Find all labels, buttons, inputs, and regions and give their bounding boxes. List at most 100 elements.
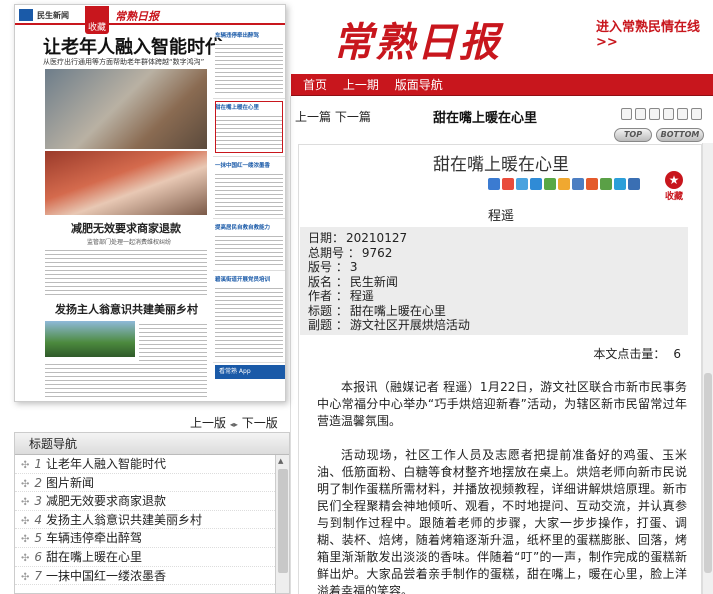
next-article-link[interactable]: 下一篇	[335, 110, 371, 124]
toc-item[interactable]: ✣ 3 减肥无效要求商家退款	[15, 492, 277, 511]
email-icon[interactable]	[677, 108, 688, 120]
page-image-header: 民生新闻 常熟日报	[15, 5, 285, 25]
toc-item[interactable]: ✣ 6 甜在嘴上暖在心里	[15, 548, 277, 567]
share-more-icon[interactable]	[628, 178, 640, 190]
page-photo-1[interactable]	[45, 69, 207, 149]
page-nav-arrows: ◂▸	[229, 420, 238, 429]
share-weibo-icon[interactable]	[502, 178, 514, 190]
toc-item[interactable]: ✣ 7 一抹中国红一缕浓墨香	[15, 567, 277, 586]
share-sohu-icon[interactable]	[586, 178, 598, 190]
page-article-box[interactable]: 一抹中国红一缕浓墨香	[213, 159, 285, 219]
reset-zoom-icon[interactable]	[663, 108, 674, 120]
share-wechat-icon[interactable]	[600, 178, 612, 190]
page-article-title: 车辆违停牵出醉驾	[215, 33, 260, 39]
page-article-box[interactable]: 提高居民自救自救能力	[213, 221, 285, 271]
page-favorite-ribbon[interactable]: 收藏	[85, 6, 109, 34]
page-article-title: 一抹中国红一缕浓墨香	[215, 163, 271, 169]
share-kaixin-icon[interactable]	[544, 178, 556, 190]
zoom-in-icon[interactable]	[635, 108, 646, 120]
page-article-box[interactable]: 碧溪街道开展党员培训	[213, 273, 285, 363]
article-paragraph: 活动现场，社区工作人员及志愿者把提前准备好的鸡蛋、玉米油、低筋面粉、白糖等食材整…	[317, 448, 687, 594]
next-page-link[interactable]: 下一版	[242, 416, 278, 430]
share-douban-icon[interactable]	[558, 178, 570, 190]
share-icons	[488, 178, 642, 193]
page-number-badge	[19, 9, 33, 21]
toc-item[interactable]: ✣ 4 发扬主人翁意识共建美丽乡村	[15, 511, 277, 530]
star-icon: ★	[665, 171, 683, 189]
favorite-button[interactable]: ★ 收藏	[663, 171, 685, 202]
toc-scroll-thumb[interactable]	[278, 469, 288, 573]
toc-item[interactable]: ✣ 2 图片新闻	[15, 474, 277, 493]
newspaper-page-image[interactable]: 民生新闻 常熟日报 收藏 让老年人融入智能时代 从医疗出行通用等方面帮助老年群体…	[14, 4, 286, 402]
top-button[interactable]: TOP	[614, 128, 652, 142]
plus-icon: ✣	[21, 552, 30, 564]
page-photo-3[interactable]	[45, 321, 135, 357]
toc-heading: 标题导航	[15, 433, 289, 455]
plus-icon: ✣	[21, 571, 30, 583]
plus-icon: ✣	[21, 515, 30, 527]
article-prevnext: 上一篇 下一篇	[295, 108, 371, 125]
toc-scrollbar[interactable]: ▲	[275, 455, 289, 593]
page-headline-1[interactable]: 让老年人融入智能时代	[43, 33, 223, 59]
share-tencent-icon[interactable]	[614, 178, 626, 190]
app-banner[interactable]: 看常熟 App	[215, 365, 285, 379]
article-content: 甜在嘴上暖在心里 ★ 收藏 程遥 日期： 20210127 总期号 ： 9762 版…	[298, 144, 702, 594]
print-icon[interactable]	[621, 108, 632, 120]
enter-minqing-link[interactable]: 进入常熟民情在线 >>	[596, 16, 713, 50]
meta-row: 版号 ： 3	[308, 260, 358, 274]
toc-item[interactable]: ✣ 5 车辆违停牵出醉驾	[15, 529, 277, 548]
article-author: 程遥	[487, 209, 514, 224]
page-text-block	[215, 285, 283, 359]
bottom-button[interactable]: BOTTOM	[656, 128, 704, 142]
zoom-out-icon[interactable]	[649, 108, 660, 120]
nav-prev-issue[interactable]: 上一期	[343, 74, 379, 96]
main-nav: 首页 上一期 版面导航	[291, 74, 713, 96]
prev-article-link[interactable]: 上一篇	[295, 110, 331, 124]
share-renren-icon[interactable]	[530, 178, 542, 190]
plus-icon: ✣	[21, 460, 30, 471]
page-article-box[interactable]: 车辆违停牵出醉驾	[213, 29, 285, 99]
page-image-section: 民生新闻	[37, 11, 69, 20]
current-article-highlight[interactable]	[215, 101, 283, 153]
favorite-label: 收藏	[664, 192, 683, 202]
meta-row: 副题 ：游文社区开展烘焙活动	[308, 318, 470, 332]
toc-item[interactable]: ✣ 1 让老年人融入智能时代	[15, 455, 277, 474]
page-scrollbar[interactable]	[702, 143, 713, 594]
click-count: 本文点击量： 6	[593, 347, 681, 361]
article-paragraph: 本报讯（融媒记者 程遥）1月22日，游文社区联合市新市民事务中心常福分中心举办“…	[317, 380, 687, 428]
page-text-block	[45, 361, 207, 397]
article-bar-title: 甜在嘴上暖在心里	[433, 111, 538, 126]
page-headline-3[interactable]: 发扬主人翁意识共建美丽乡村	[55, 301, 198, 317]
page-photo-2[interactable]	[45, 151, 207, 215]
meta-row: 总期号 ： 9762	[308, 245, 393, 260]
page-text-block	[215, 41, 283, 95]
share-qq-icon[interactable]	[572, 178, 584, 190]
nav-page-nav[interactable]: 版面导航	[395, 74, 443, 96]
plus-icon: ✣	[21, 478, 30, 490]
meta-row: 标题 ：甜在嘴上暖在心里	[308, 303, 446, 318]
meta-row: 版名 ：民生新闻	[308, 274, 398, 289]
page-subhead-1: 从医疗出行通用等方面帮助老年群体跨越“数字鸿沟”	[43, 58, 205, 66]
page-text-block	[215, 171, 283, 215]
meta-row: 作者 ：程遥	[308, 289, 374, 303]
site-logo[interactable]: 常熟日报	[333, 10, 501, 68]
page-article-title: 提高居民自救自救能力	[215, 225, 271, 231]
share-plus-icon[interactable]	[488, 178, 500, 190]
scroll-up-icon[interactable]: ▲	[278, 457, 283, 465]
nav-home[interactable]: 首页	[303, 74, 327, 96]
page-headline-2[interactable]: 减肥无效要求商家退款	[71, 220, 181, 236]
share-qzone-icon[interactable]	[516, 178, 528, 190]
page-text-block	[215, 233, 283, 267]
meta-row: 日期： 20210127	[308, 231, 408, 245]
page-nav: 上一版 ◂▸ 下一版	[190, 414, 278, 431]
share-icon[interactable]	[691, 108, 702, 120]
article-body: 本报讯（融媒记者 程遥）1月22日，游文社区联合市新市民事务中心常福分中心举办“…	[317, 379, 687, 594]
column-divider	[290, 96, 291, 594]
article-toolbar: 上一篇 下一篇 甜在嘴上暖在心里	[291, 106, 713, 126]
page-image-logo: 常熟日报	[115, 10, 159, 23]
prev-page-link[interactable]: 上一版	[190, 416, 226, 430]
page-article-title: 碧溪街道开展党员培训	[215, 277, 271, 283]
page-subhead-2: 监管部门处理一起消费维权纠纷	[87, 239, 172, 246]
page-scroll-thumb[interactable]	[704, 373, 712, 573]
page-text-block	[139, 321, 207, 361]
